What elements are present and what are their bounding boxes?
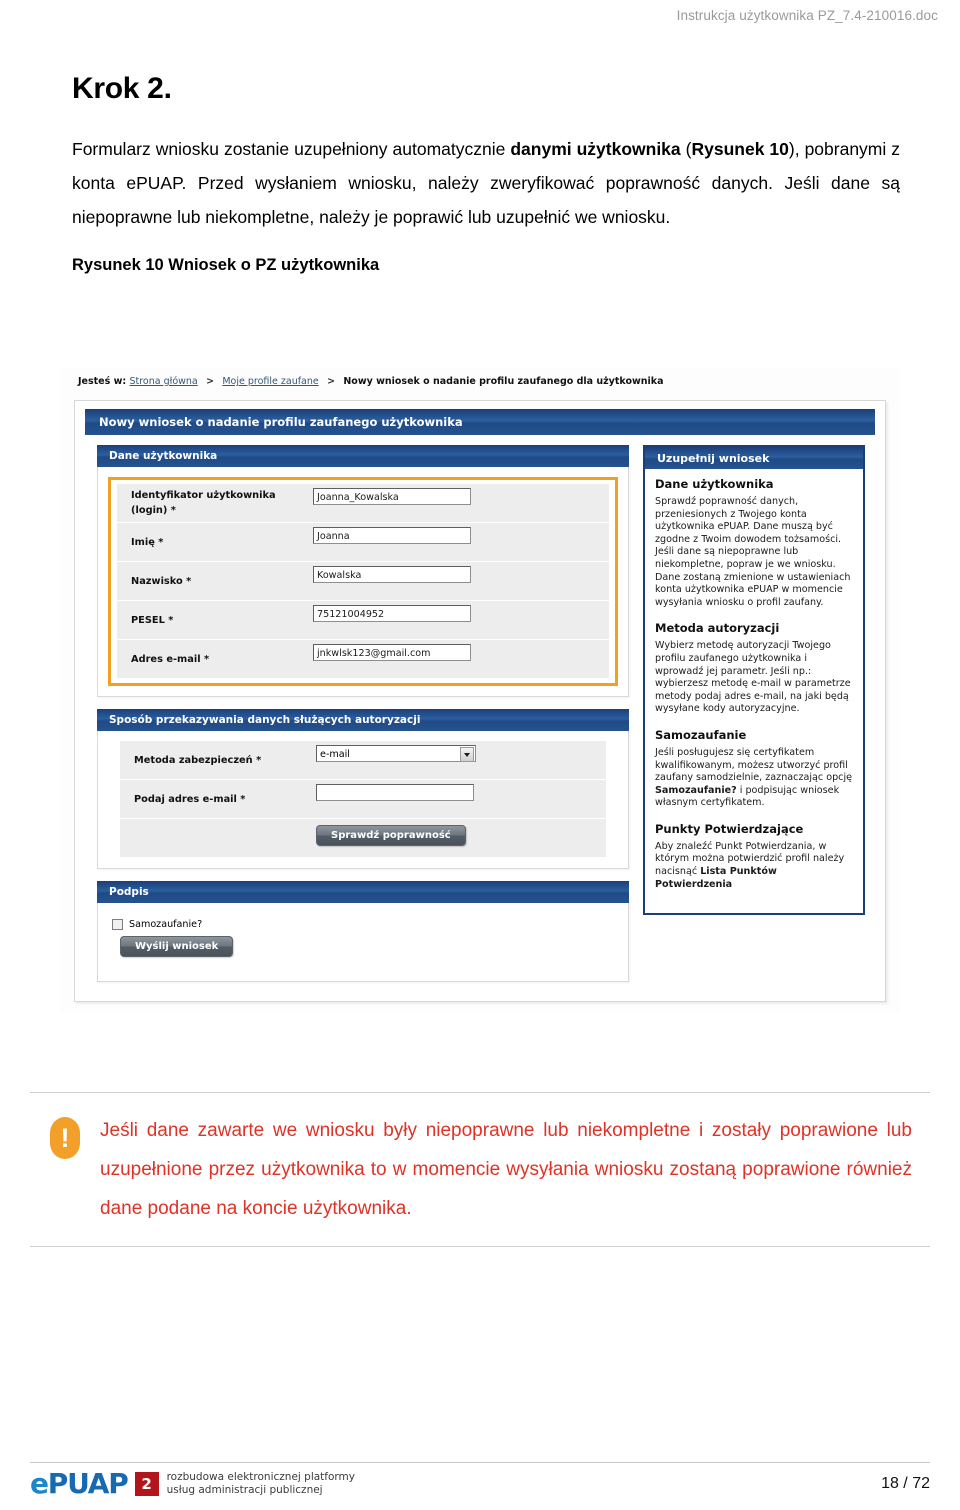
- self-trust-checkbox-label: Samozaufanie?: [129, 919, 203, 930]
- breadcrumb-separator-2: >: [327, 376, 336, 387]
- label-login: Identyfikator użytkownika (login) *: [131, 490, 276, 516]
- help-panel: Uzupełnij wniosek Dane użytkownika Spraw…: [643, 445, 865, 916]
- label-email: Adres e-mail *: [131, 653, 210, 665]
- label-lastname: Nazwisko *: [131, 575, 192, 587]
- field-row-firstname: Imię * Joanna: [117, 523, 609, 561]
- breadcrumb-lead: Jesteś w:: [78, 376, 127, 387]
- section-signature: Podpis Samozaufanie? Wyślij wniosek: [97, 881, 629, 982]
- section-signature-title: Podpis: [97, 881, 629, 903]
- verify-button-row: Sprawdź poprawność: [120, 819, 606, 857]
- label-firstname: Imię *: [131, 536, 164, 548]
- epuap-logo-badge: 2: [134, 1472, 159, 1496]
- self-trust-checkbox-row[interactable]: Samozaufanie?: [98, 913, 628, 932]
- warning-callout-text: Jeśli dane zawarte we wniosku były niepo…: [100, 1120, 912, 1219]
- page-title: Krok 2.: [72, 72, 172, 105]
- verify-correctness-button[interactable]: Sprawdź poprawność: [316, 825, 466, 846]
- input-lastname[interactable]: Kowalska: [313, 566, 471, 583]
- breadcrumb: Jesteś w: Strona główna > Moje profile z…: [78, 376, 664, 387]
- footer-divider: [30, 1462, 930, 1463]
- figure-screenshot: Jesteś w: Strona główna > Moje profile z…: [60, 368, 900, 1013]
- page-number: 18 / 72: [881, 1475, 930, 1492]
- input-firstname[interactable]: Joanna: [313, 527, 471, 544]
- intro-part-1: Formularz wniosku zostanie uzupełniony a…: [72, 139, 511, 159]
- intro-bold-2: Rysunek 10: [691, 139, 789, 159]
- user-data-highlight-box: Identyfikator użytkownika (login) * Joan…: [108, 477, 618, 686]
- input-email[interactable]: jnkwlsk123@gmail.com: [313, 644, 471, 661]
- field-row-lastname: Nazwisko * Kowalska: [117, 562, 609, 600]
- select-security-method[interactable]: e-mail: [316, 745, 476, 762]
- section-user-data: Dane użytkownika Identyfikator użytkowni…: [97, 445, 629, 697]
- epuap-logo-e: e: [30, 1467, 49, 1500]
- help-heading-confirm-points: Punkty Potwierdzające: [655, 821, 804, 836]
- chevron-down-icon[interactable]: [460, 747, 474, 762]
- input-login[interactable]: Joanna_Kowalska: [313, 488, 471, 505]
- section-auth-method: Sposób przekazywania danych służących au…: [97, 709, 629, 869]
- label-pesel: PESEL *: [131, 614, 174, 626]
- field-row-pesel: PESEL * 75121004952: [117, 601, 609, 639]
- help-panel-title: Uzupełnij wniosek: [645, 447, 863, 469]
- label-auth-email: Podaj adres e-mail *: [134, 793, 246, 805]
- field-row-login: Identyfikator użytkownika (login) * Joan…: [117, 484, 609, 522]
- breadcrumb-link-profiles[interactable]: Moje profile zaufane: [222, 376, 318, 387]
- input-auth-email[interactable]: [316, 784, 474, 801]
- exclamation-icon: !: [30, 1111, 100, 1159]
- epuap-logo-text: ePUAP: [30, 1467, 129, 1500]
- figure-caption: Rysunek 10 Wniosek o PZ użytkownika: [72, 256, 380, 274]
- epuap-logo-rest: PUAP: [47, 1467, 129, 1500]
- portlet-title: Nowy wniosek o nadanie profilu zaufanego…: [85, 409, 875, 435]
- help-self-trust-part-1: Jeśli posługujesz się certyfikatem kwali…: [655, 746, 853, 784]
- help-heading-user-data: Dane użytkownika: [655, 477, 774, 491]
- breadcrumb-separator-1: >: [206, 376, 215, 387]
- breadcrumb-current: Nowy wniosek o nadanie profilu zaufanego…: [343, 376, 664, 387]
- form-column: Dane użytkownika Identyfikator użytkowni…: [97, 445, 629, 994]
- help-heading-auth-method: Metoda autoryzacji: [655, 621, 780, 636]
- page-footer: ePUAP 2 rozbudowa elektronicznej platfor…: [30, 1470, 930, 1498]
- epuap-logo: ePUAP 2 rozbudowa elektronicznej platfor…: [30, 1470, 355, 1498]
- help-text-self-trust: Jeśli posługujesz się certyfikatem kwali…: [655, 747, 853, 810]
- select-security-method-value: e-mail: [320, 749, 350, 760]
- field-row-security-method: Metoda zabezpieczeń * e-mail: [120, 741, 606, 779]
- help-text-auth-method: Wybierz metodę autoryzacji Twojego profi…: [655, 640, 851, 715]
- help-column: Uzupełnij wniosek Dane użytkownika Spraw…: [643, 445, 865, 916]
- checkbox-icon[interactable]: [112, 919, 123, 930]
- help-heading-self-trust: Samozaufanie: [655, 727, 747, 742]
- section-user-data-title: Dane użytkownika: [97, 445, 629, 467]
- help-text-user-data: Sprawdź poprawność danych, przeniesionyc…: [655, 496, 851, 608]
- help-text-confirm-points: Aby znaleźć Punkt Potwierdzania, w który…: [655, 841, 853, 891]
- field-row-auth-email: Podaj adres e-mail *: [120, 780, 606, 818]
- input-pesel[interactable]: 75121004952: [313, 605, 471, 622]
- submit-application-button[interactable]: Wyślij wniosek: [120, 936, 234, 957]
- exclamation-mark: !: [50, 1117, 80, 1159]
- intro-part-2: (: [680, 139, 692, 159]
- application-portlet: Nowy wniosek o nadanie profilu zaufanego…: [74, 400, 886, 1002]
- warning-callout: ! Jeśli dane zawarte we wniosku były nie…: [30, 1092, 930, 1247]
- breadcrumb-link-home[interactable]: Strona główna: [129, 376, 197, 387]
- section-auth-method-title: Sposób przekazywania danych służących au…: [97, 709, 629, 731]
- intro-paragraph: Formularz wniosku zostanie uzupełniony a…: [72, 132, 900, 234]
- epuap-tagline-line-2: usług administracji publicznej: [166, 1484, 323, 1496]
- field-row-email: Adres e-mail * jnkwlsk123@gmail.com: [117, 640, 609, 678]
- help-self-trust-bold: Samozaufanie?: [655, 784, 737, 796]
- epuap-tagline: rozbudowa elektronicznej platformy usług…: [167, 1471, 355, 1497]
- epuap-tagline-line-1: rozbudowa elektronicznej platformy: [166, 1471, 355, 1483]
- document-header-title: Instrukcja użytkownika PZ_7.4-210016.doc: [676, 8, 938, 23]
- page-body: Krok 2. Formularz wniosku zostanie uzupe…: [72, 72, 900, 291]
- intro-bold-1: danymi użytkownika: [510, 139, 681, 159]
- label-security-method: Metoda zabezpieczeń *: [134, 754, 262, 766]
